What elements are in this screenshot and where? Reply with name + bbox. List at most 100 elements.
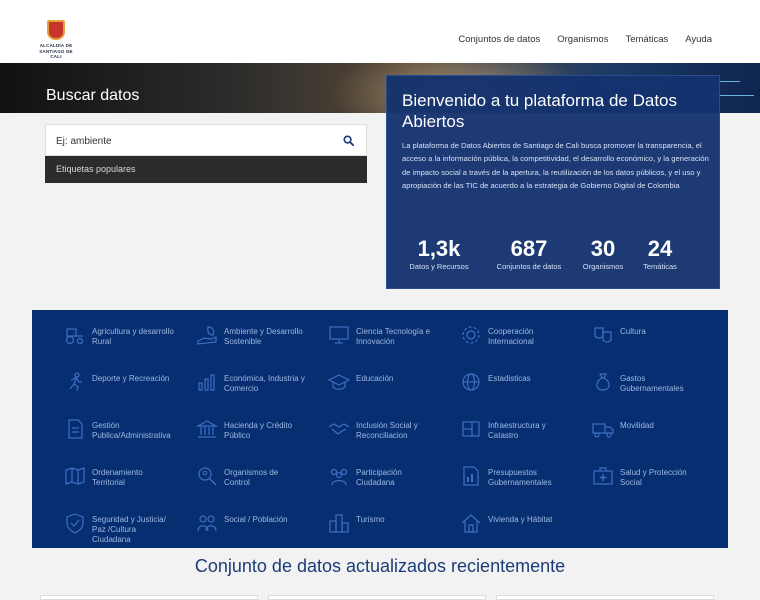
topic-label: Hacienda y Crédito Público [224, 421, 293, 440]
blueprint-icon [462, 421, 480, 437]
topic-salud[interactable]: Salud y Protección Social [574, 457, 702, 501]
shield-icon [66, 513, 84, 534]
topic-label: Turismo [356, 515, 385, 524]
topic-label: Movilidad [620, 421, 654, 430]
stat-value: 30 [590, 236, 616, 261]
topic-label: Social / Población [224, 515, 288, 524]
stat-tematicas: 24 Temáticas [632, 236, 688, 271]
logo-text-line2: SANTIAGO DE CALI [39, 49, 73, 59]
stat-conjuntos-datos: 687 Conjuntos de datos [484, 236, 574, 271]
topic-label: Cooperación Internacional [488, 327, 534, 346]
topic-label: Estadisticas [488, 374, 531, 383]
site-header: ALCALDÍA DE SANTIAGO DE CALI Conjuntos d… [0, 0, 760, 63]
topic-label: Inclusión Social y Reconciliacion [356, 421, 418, 440]
stat-value: 1,3k [417, 236, 461, 261]
topic-deporte[interactable]: Deporte y Recreación [46, 363, 174, 407]
graduation-cap-icon [328, 374, 350, 390]
topic-seguridad[interactable]: Seguridad y Justicia/ Paz /Cultura Ciuda… [46, 504, 174, 548]
circuit-line [714, 95, 754, 96]
stat-value: 24 [647, 236, 673, 261]
popular-tags-bar[interactable]: Etiquetas populares [45, 156, 367, 183]
topics-grid: Agricultura y desarrollo Rural Ambiente … [32, 310, 728, 548]
topic-ordenamiento[interactable]: Ordenamiento Territorial [46, 457, 174, 501]
people-icon [197, 515, 217, 532]
search-icon[interactable] [343, 135, 354, 146]
topic-movilidad[interactable]: Movilidad [574, 410, 702, 454]
topic-label: Seguridad y Justicia/ Paz /Cultura Ciuda… [92, 515, 166, 544]
nav-tematicas[interactable]: Temáticas [625, 34, 668, 45]
topic-label: Participación Ciudadana [356, 468, 402, 487]
gear-icon [462, 326, 480, 344]
topic-social-poblacion[interactable]: Social / Población [178, 504, 306, 548]
nav-organismos[interactable]: Organismos [557, 34, 608, 45]
welcome-description: La plataforma de Datos Abiertos de Santi… [402, 141, 709, 190]
bar-chart-icon [198, 374, 215, 391]
alcaldia-logo[interactable]: ALCALDÍA DE SANTIAGO DE CALI [38, 20, 74, 60]
dataset-card[interactable] [268, 595, 486, 600]
topic-gastos[interactable]: Gastos Gubernamentales [574, 363, 702, 407]
topic-label: Económica, Industria y Comercio [224, 374, 305, 393]
topic-label: Agricultura y desarrollo Rural [92, 327, 174, 346]
topic-cultura[interactable]: Cultura [574, 316, 702, 360]
magnifier-people-icon [198, 467, 217, 486]
people-group-icon [330, 468, 348, 486]
topic-label: Ciencia Tecnología e Innovación [356, 327, 431, 346]
topic-economica[interactable]: Económica, Industria y Comercio [178, 363, 306, 407]
topic-agricultura[interactable]: Agricultura y desarrollo Rural [46, 316, 174, 360]
bank-icon [196, 420, 218, 438]
stat-label: Datos y Recursos [409, 262, 469, 271]
search-input[interactable] [56, 133, 326, 149]
money-bag-icon [596, 373, 610, 391]
stat-label: Conjuntos de datos [496, 262, 562, 271]
topic-inclusion-social[interactable]: Inclusión Social y Reconciliacion [310, 410, 438, 454]
topic-organismos-control[interactable]: Organismos de Control [178, 457, 306, 501]
dataset-card[interactable] [496, 595, 714, 600]
welcome-title: Bienvenido a tu plataforma de Datos Abie… [402, 91, 678, 131]
topic-cooperacion[interactable]: Cooperación Internacional [442, 316, 570, 360]
truck-icon [592, 423, 614, 438]
theater-masks-icon [594, 327, 612, 343]
topic-presupuestos[interactable]: Presupuestos Gubernamentales [442, 457, 570, 501]
welcome-panel: Bienvenido a tu plataforma de Datos Abie… [386, 75, 720, 289]
nav-conjuntos-de-datos[interactable]: Conjuntos de datos [458, 34, 540, 45]
hero-title: Buscar datos [46, 87, 140, 104]
city-icon [329, 514, 349, 533]
topic-label: Gestión Publica/Administrativa [92, 421, 171, 440]
house-icon [461, 514, 481, 533]
topic-gestion-publica[interactable]: Gestión Publica/Administrativa [46, 410, 174, 454]
popular-tags-label: Etiquetas populares [56, 164, 136, 174]
stat-value: 687 [510, 236, 548, 261]
topic-ambiente[interactable]: Ambiente y Desarrollo Sostenible [178, 316, 306, 360]
stat-datos-recursos: 1,3k Datos y Recursos [397, 236, 481, 271]
report-icon [463, 466, 479, 486]
search-box [45, 124, 367, 156]
topic-educacion[interactable]: Educación [310, 363, 438, 407]
document-icon [68, 419, 83, 439]
topic-ciencia[interactable]: Ciencia Tecnología e Innovación [310, 316, 438, 360]
hand-leaf-icon [197, 326, 217, 345]
coat-of-arms-icon [47, 20, 65, 40]
runner-icon [69, 372, 82, 392]
topic-label: Educación [356, 374, 394, 383]
medical-kit-icon [593, 467, 613, 485]
topic-label: Infraestructura y Catastro [488, 421, 546, 440]
globe-network-icon [462, 373, 480, 391]
topic-participacion[interactable]: Participación Ciudadana [310, 457, 438, 501]
map-icon [65, 467, 85, 485]
dataset-card[interactable] [40, 595, 258, 600]
topic-label: Cultura [620, 327, 646, 336]
stat-label: Organismos [582, 262, 624, 271]
handshake-icon [328, 423, 350, 435]
logo-text-line1: ALCALDÍA DE [39, 43, 73, 48]
topic-hacienda[interactable]: Hacienda y Crédito Público [178, 410, 306, 454]
topic-vivienda[interactable]: Vivienda y Hábitat [442, 504, 570, 548]
topic-turismo[interactable]: Turismo [310, 504, 438, 548]
stat-organismos: 30 Organismos [573, 236, 633, 271]
nav-ayuda[interactable]: Ayuda [685, 34, 712, 45]
topic-label: Organismos de Control [224, 468, 279, 487]
topic-label: Gastos Gubernamentales [620, 374, 684, 393]
main-nav: Conjuntos de datos Organismos Temáticas … [458, 34, 712, 45]
topic-estadisticas[interactable]: Estadisticas [442, 363, 570, 407]
monitor-icon [329, 326, 349, 344]
topic-infraestructura[interactable]: Infraestructura y Catastro [442, 410, 570, 454]
